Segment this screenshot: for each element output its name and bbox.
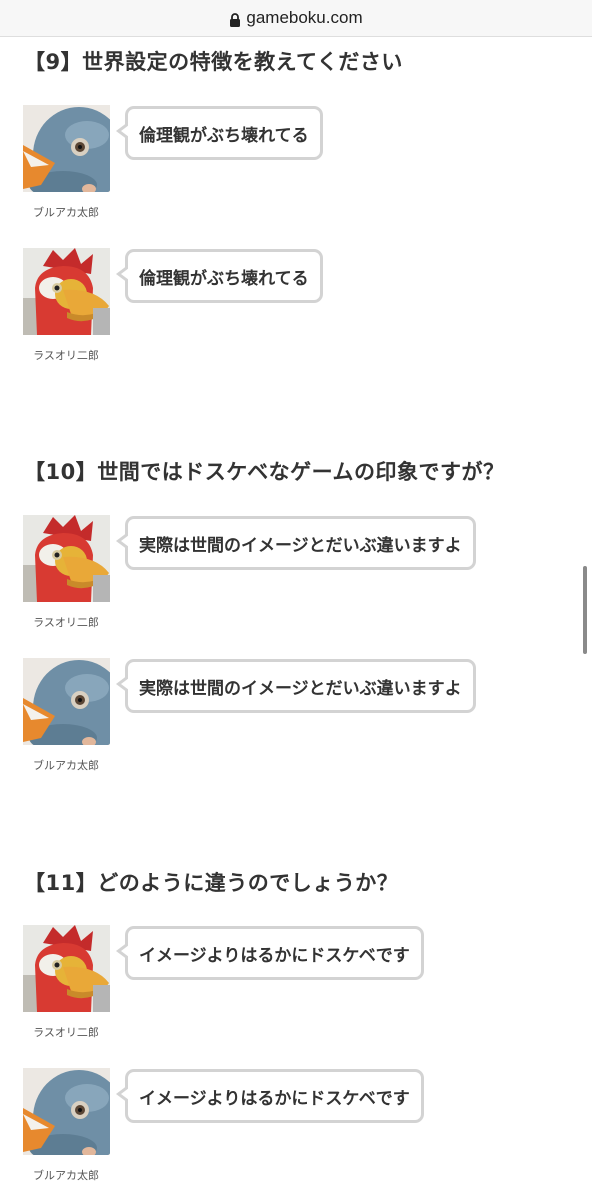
- chat-message: ラスオリ二郎 実際は世間のイメージとだいぶ違いますよ: [0, 515, 592, 645]
- section-heading: 【9】世界設定の特徴を教えてください: [24, 50, 403, 74]
- rooster-mask-icon: [23, 248, 110, 335]
- speech-bubble: 実際は世間のイメージとだいぶ違いますよ: [116, 659, 476, 713]
- speaker-name: ラスオリ二郎: [33, 1026, 99, 1039]
- speech-bubble: 倫理観がぶち壊れてる: [116, 106, 323, 160]
- rooster-mask-icon: [23, 925, 110, 1012]
- speaker-name: ラスオリ二郎: [33, 616, 99, 629]
- speech-bubble: イメージよりはるかにドスケベです: [116, 926, 424, 980]
- address-bar[interactable]: gameboku.com: [0, 0, 592, 37]
- chat-message: ブルアカ太郎 倫理観がぶち壊れてる: [0, 105, 592, 235]
- lock-icon: [229, 12, 241, 27]
- url-text: gameboku.com: [246, 8, 363, 27]
- rooster-mask-icon: [23, 515, 110, 602]
- chat-message: ラスオリ二郎 倫理観がぶち壊れてる: [0, 248, 592, 378]
- section-heading: 【11】どのように違うのでしょうか？: [24, 871, 399, 895]
- pigeon-mask-icon: [23, 105, 110, 192]
- speaker-name: ブルアカ太郎: [33, 759, 99, 772]
- speech-bubble: イメージよりはるかにドスケベです: [116, 1069, 424, 1123]
- speech-bubble: 実際は世間のイメージとだいぶ違いますよ: [116, 516, 476, 570]
- speaker-name: ラスオリ二郎: [33, 349, 99, 362]
- speech-bubble: 倫理観がぶち壊れてる: [116, 249, 323, 303]
- pigeon-mask-icon: [23, 1068, 110, 1155]
- scrollbar-thumb[interactable]: [583, 566, 587, 654]
- chat-message: ブルアカ太郎 実際は世間のイメージとだいぶ違いますよ: [0, 658, 592, 788]
- speaker-name: ブルアカ太郎: [33, 206, 99, 219]
- section-heading: 【10】世間ではドスケベなゲームの印象ですが？: [24, 460, 505, 484]
- chat-message: ラスオリ二郎 イメージよりはるかにドスケベです: [0, 925, 592, 1055]
- pigeon-mask-icon: [23, 658, 110, 745]
- chat-message: ブルアカ太郎 イメージよりはるかにドスケベです: [0, 1068, 592, 1198]
- speaker-name: ブルアカ太郎: [33, 1169, 99, 1182]
